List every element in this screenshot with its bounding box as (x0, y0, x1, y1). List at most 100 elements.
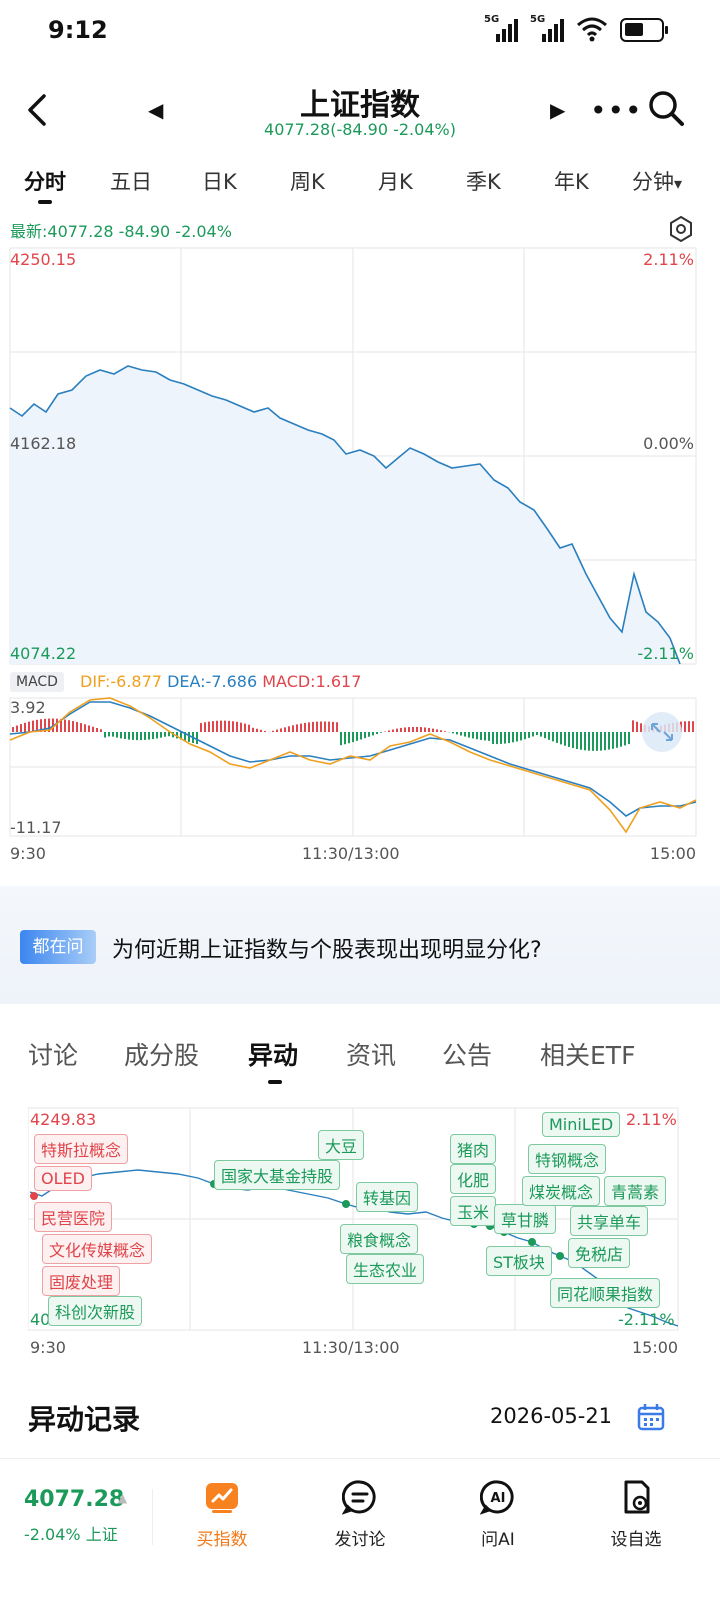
anomaly-chip[interactable]: MiniLED (542, 1112, 621, 1137)
price-area (10, 366, 680, 664)
macd-bar (136, 732, 138, 741)
header: ◀ 上证指数 4077.28(-84.90 -2.04%) ▶ ••• (0, 70, 720, 150)
macd-bar (364, 732, 366, 739)
buy-index-button[interactable]: 买指数 (172, 1479, 272, 1550)
macd-bar (108, 732, 110, 737)
anomaly-chip[interactable]: 化肥 (450, 1164, 497, 1194)
macd-bar (304, 722, 306, 732)
tab-minute[interactable]: 分钟▾ (632, 166, 682, 196)
anomaly-marker (528, 1238, 536, 1246)
anomaly-chip[interactable]: 猪肉 (450, 1134, 497, 1164)
macd-bar (456, 732, 458, 735)
anomaly-chip[interactable]: ST板块 (486, 1246, 552, 1276)
tab-news[interactable]: 资讯 (346, 1036, 396, 1072)
tab-anomaly[interactable]: 异动 (248, 1036, 298, 1072)
macd-selector[interactable]: MACD (10, 672, 64, 692)
anomaly-chip[interactable]: 特斯拉概念 (34, 1134, 129, 1164)
tab-five-day[interactable]: 五日 (110, 166, 152, 196)
macd-bar (488, 732, 490, 741)
search-icon[interactable] (646, 88, 686, 128)
tab-constituents[interactable]: 成分股 (124, 1036, 199, 1072)
macd-bar (248, 724, 250, 732)
calendar-icon[interactable] (636, 1402, 666, 1432)
macd-bar (416, 726, 418, 732)
macd-bar (252, 727, 254, 732)
ask-banner[interactable]: 都在问 为何近期上证指数与个股表现出现明显分化? (0, 886, 720, 1004)
tab-yearly-k[interactable]: 年K (554, 166, 589, 196)
macd-bar (568, 732, 570, 747)
anomaly-chip[interactable]: 固废处理 (42, 1266, 121, 1296)
macd-bar (368, 732, 370, 737)
anomaly-chip[interactable]: 青蒿素 (604, 1176, 667, 1206)
expand-icon[interactable] (642, 712, 682, 752)
macd-axis-bottom: -11.17 (10, 818, 62, 837)
macd-bar (688, 721, 690, 732)
anomaly-chip[interactable]: 科创次新股 (48, 1296, 143, 1326)
watchlist-icon (624, 1480, 650, 1514)
triangle-right-icon[interactable]: ▶ (550, 98, 565, 122)
tab-intraday[interactable]: 分时 (24, 166, 66, 196)
macd-bar (552, 732, 554, 742)
tab-monthly-k[interactable]: 月K (378, 166, 413, 196)
tab-announcements[interactable]: 公告 (442, 1036, 492, 1072)
macd-bar (460, 732, 462, 736)
anomaly-chip[interactable]: 玉米 (450, 1196, 497, 1226)
tab-underline (38, 200, 52, 204)
record-date[interactable]: 2026-05-21 (490, 1404, 612, 1428)
macd-bar (148, 732, 150, 740)
macd-bar (96, 728, 98, 732)
macd-bar (468, 732, 470, 738)
pct-axis-bottom: -2.11% (637, 644, 694, 663)
intraday-chart[interactable]: 最新:4077.28 -84.90 -2.04% 4250.15 2.11% 4… (0, 212, 720, 872)
macd-bar (480, 732, 482, 740)
anomaly-chip[interactable]: 粮食概念 (340, 1224, 419, 1254)
tab-related-etf[interactable]: 相关ETF (540, 1036, 635, 1072)
anomaly-chart[interactable]: 4249.83 2.11% 4074.53 -2.11% 9:30 11:30/… (28, 1104, 692, 1364)
status-icons: 5G 5G (484, 14, 668, 42)
anomaly-chip[interactable]: 草甘膦 (494, 1204, 557, 1234)
macd-bar (320, 721, 322, 732)
anomaly-chip[interactable]: 文化传媒概念 (42, 1234, 153, 1264)
anomaly-chip[interactable]: 共享单车 (570, 1206, 649, 1236)
battery-icon (620, 18, 668, 42)
macd-bar (592, 732, 594, 751)
more-icon[interactable]: ••• (590, 94, 643, 127)
tab-quarterly-k[interactable]: 季K (466, 166, 501, 196)
macd-bar (584, 732, 586, 751)
buy-index-label: 买指数 (196, 1530, 248, 1550)
add-watchlist-button[interactable]: 设自选 (586, 1479, 686, 1550)
anomaly-chip[interactable]: 同花顺果指数 (550, 1278, 661, 1308)
anomaly-chip[interactable]: 民营医院 (34, 1202, 113, 1232)
macd-bar (616, 732, 618, 748)
macd-bar (440, 730, 442, 732)
tab-daily-k[interactable]: 日K (202, 166, 237, 196)
svg-text:AI: AI (491, 1491, 506, 1506)
macd-bar (372, 732, 374, 736)
discuss-icon (342, 1480, 376, 1515)
anomaly-time-mid: 11:30/13:00 (302, 1338, 400, 1357)
anomaly-chip[interactable]: 转基因 (356, 1182, 419, 1212)
macd-bar (64, 719, 66, 732)
macd-bar (72, 721, 74, 732)
discuss-label: 发讨论 (334, 1530, 386, 1550)
anomaly-chip[interactable]: 国家大基金持股 (214, 1160, 341, 1190)
anomaly-chip[interactable]: 煤炭概念 (522, 1176, 601, 1206)
macd-bar (32, 720, 34, 732)
tab-discussion[interactable]: 讨论 (28, 1036, 78, 1072)
macd-bar (496, 732, 498, 745)
macd-bar (508, 732, 510, 744)
tab-weekly-k[interactable]: 周K (290, 166, 325, 196)
anomaly-chip[interactable]: 特钢概念 (528, 1144, 607, 1174)
anomaly-chip[interactable]: 生态农业 (346, 1254, 425, 1284)
ask-ai-button[interactable]: AI 问AI (448, 1479, 548, 1550)
macd-bar (376, 732, 378, 735)
macd-bar (464, 732, 466, 737)
ask-question[interactable]: 为何近期上证指数与个股表现出现明显分化? (112, 932, 542, 964)
anomaly-chip[interactable]: 免税店 (568, 1238, 631, 1268)
anomaly-chip[interactable]: 大豆 (318, 1130, 365, 1160)
macd-bar (264, 730, 266, 732)
macd-bar (520, 732, 522, 741)
anomaly-chip[interactable]: OLED (34, 1166, 92, 1191)
discuss-button[interactable]: 发讨论 (310, 1479, 410, 1550)
macd-bar (240, 722, 242, 732)
